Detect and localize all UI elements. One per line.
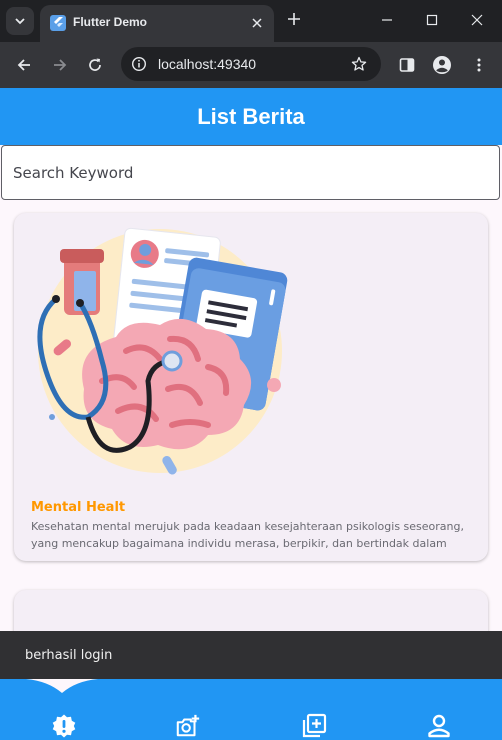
add-photo-icon bbox=[176, 714, 200, 737]
mental-health-illustration bbox=[37, 227, 288, 475]
browser-menu-button[interactable] bbox=[465, 51, 493, 79]
nav-selection-indicator bbox=[26, 679, 98, 693]
side-panel-icon bbox=[399, 58, 415, 72]
maximize-icon bbox=[426, 14, 438, 26]
maximize-button[interactable] bbox=[419, 8, 445, 32]
snackbar: berhasil login bbox=[0, 631, 502, 679]
nav-item-profile[interactable] bbox=[426, 713, 452, 739]
tab-search-button[interactable] bbox=[6, 7, 34, 35]
window-close-button[interactable] bbox=[464, 8, 490, 32]
chevron-down-icon bbox=[15, 18, 25, 25]
news-card[interactable]: Mental Healt Kesehatan mental merujuk pa… bbox=[14, 213, 488, 561]
search-box[interactable] bbox=[1, 145, 500, 200]
new-tab-button[interactable] bbox=[283, 9, 305, 31]
app-viewport: List Berita Search Keyword Mental Healt … bbox=[0, 88, 502, 740]
bottom-navigation bbox=[0, 679, 502, 740]
minimize-button[interactable] bbox=[374, 8, 400, 32]
news-description: Kesehatan mental merujuk pada keadaan ke… bbox=[31, 520, 464, 550]
nav-item-add-photo[interactable] bbox=[175, 713, 201, 739]
snackbar-message: berhasil login bbox=[25, 647, 113, 663]
forward-button[interactable] bbox=[46, 51, 74, 79]
back-button[interactable] bbox=[10, 51, 38, 79]
tab-title: Flutter Demo bbox=[73, 15, 148, 29]
nav-item-notifications[interactable] bbox=[51, 713, 77, 739]
window-close-icon bbox=[471, 14, 483, 26]
news-title: Mental Healt bbox=[31, 500, 126, 515]
minimize-icon bbox=[382, 19, 392, 21]
star-icon[interactable] bbox=[349, 54, 369, 74]
side-panel-button[interactable] bbox=[393, 51, 421, 79]
profile-button[interactable] bbox=[428, 51, 456, 79]
nav-item-add-news[interactable] bbox=[301, 713, 327, 739]
profile-icon bbox=[433, 56, 451, 74]
address-bar[interactable]: localhost:49340 bbox=[121, 47, 381, 81]
browser-tab[interactable]: Flutter Demo bbox=[40, 5, 274, 42]
browser-toolbar: localhost:49340 bbox=[0, 42, 502, 88]
url-text: localhost:49340 bbox=[158, 56, 257, 72]
search-input[interactable] bbox=[13, 146, 483, 199]
more-vert-icon bbox=[477, 58, 481, 72]
arrow-left-icon bbox=[17, 59, 30, 71]
add-box-icon bbox=[302, 713, 327, 738]
close-icon[interactable] bbox=[248, 14, 266, 32]
reload-icon bbox=[89, 58, 101, 71]
site-info-icon[interactable] bbox=[129, 54, 149, 74]
app-bar: List Berita bbox=[0, 88, 502, 145]
alert-badge-icon bbox=[52, 714, 76, 738]
person-icon bbox=[428, 714, 450, 738]
browser-tabstrip: Flutter Demo bbox=[0, 0, 502, 42]
flutter-icon bbox=[50, 15, 66, 31]
reload-button[interactable] bbox=[81, 51, 109, 79]
page-title: List Berita bbox=[197, 103, 305, 129]
plus-icon bbox=[288, 13, 300, 25]
arrow-right-icon bbox=[54, 59, 67, 71]
